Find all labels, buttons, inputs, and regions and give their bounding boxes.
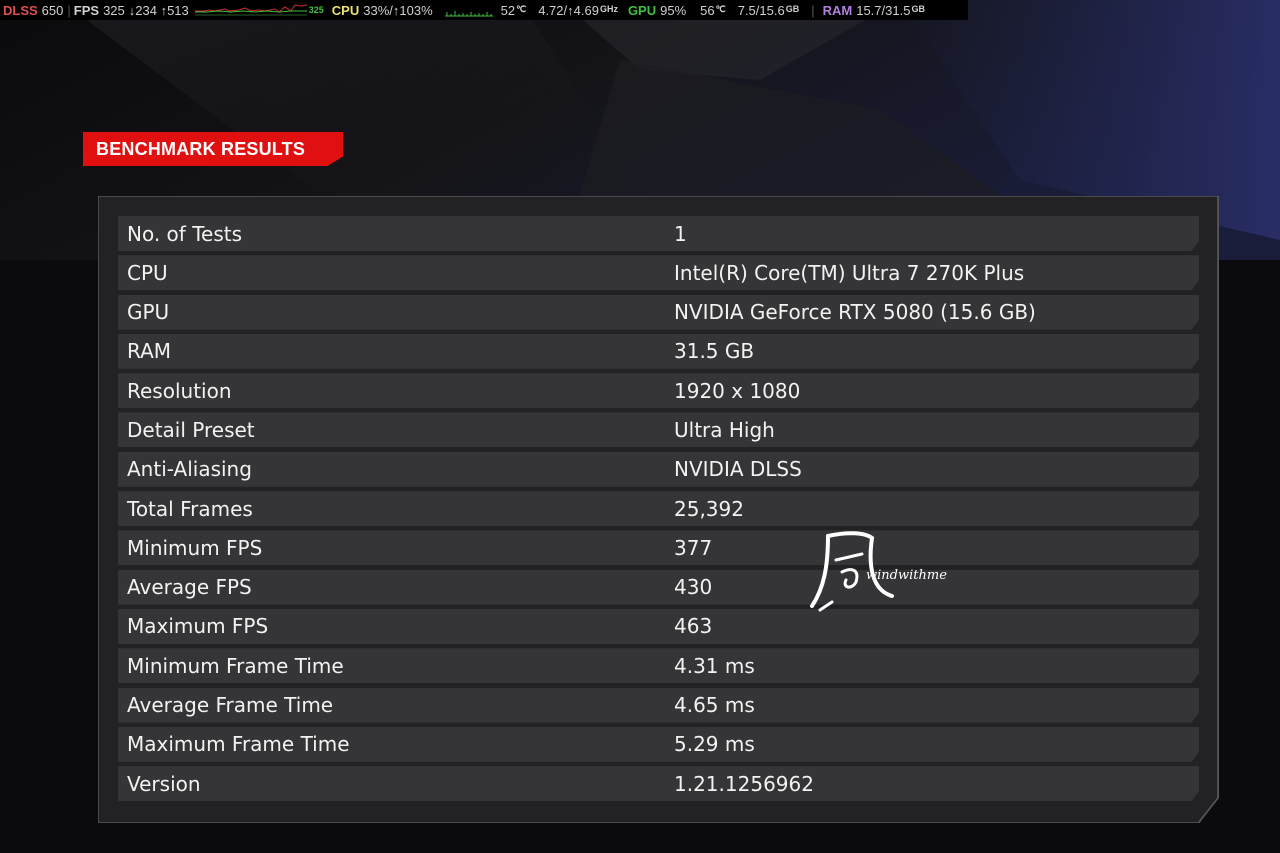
table-row: Anti-Aliasing NVIDIA DLSS [118,451,1199,487]
osd-cpu-graph-icon [444,11,493,17]
row-label: No. of Tests [127,221,242,246]
row-value: Ultra High [674,417,775,442]
row-value: 4.31 ms [674,653,755,678]
benchmark-results-screen: DLSS 650 | FPS 325 ↓234 ↑513 325 CPU 33%… [0,0,1280,853]
osd-gpu-memory-unit: GB [785,3,800,14]
osd-cpu-clock-value: 4.72/↑4.69 [538,2,599,18]
row-label: Resolution [127,378,232,403]
table-row: Average FPS 430 [118,569,1199,605]
results-panel: No. of Tests 1 CPU Intel(R) Core(TM) Ult… [98,196,1219,823]
row-label: Minimum FPS [127,535,263,560]
row-value: 5.29 ms [674,732,755,757]
osd-cpu-temp: 52℃ [501,3,527,18]
row-value: 31.5 GB [674,339,755,364]
title-badge: BENCHMARK RESULTS [83,132,343,166]
osd-cpu-temp-unit: ℃ [516,3,527,14]
row-value: 377 [674,535,713,560]
table-row: Average Frame Time 4.65 ms [118,687,1199,723]
osd-gpu-memory: 7.5/15.6GB [738,3,800,18]
performance-overlay: DLSS 650 | FPS 325 ↓234 ↑513 325 CPU 33%… [0,0,968,20]
row-label: Minimum Frame Time [127,653,344,678]
row-label: Version [127,771,201,796]
row-label: Total Frames [127,496,253,521]
row-value: 25,392 [674,496,744,521]
osd-cpu-value: 33%/↑103% [363,2,433,18]
osd-gpu-temp: 56℃ [700,3,726,18]
row-value: NVIDIA GeForce RTX 5080 (15.6 GB) [674,300,1036,325]
osd-dlss-value: 650 [41,2,64,18]
osd-dlss-label: DLSS [3,2,38,18]
osd-ram-value: 15.7/31.5GB [856,3,925,18]
table-row: CPU Intel(R) Core(TM) Ultra 7 270K Plus [118,255,1199,291]
osd-divider: | [67,2,71,18]
table-row: Version 1.21.1256962 [118,766,1199,802]
table-row: Maximum Frame Time 5.29 ms [118,726,1199,762]
row-value: 463 [674,614,713,639]
row-label: Maximum Frame Time [127,732,350,757]
row-value: 4.65 ms [674,693,755,718]
row-value: 1 [674,221,687,246]
osd-cpu-label: CPU [331,2,360,18]
row-value: Intel(R) Core(TM) Ultra 7 270K Plus [674,260,1025,285]
row-label: Anti-Aliasing [127,457,252,482]
osd-fps-value: 325 [103,2,125,18]
osd-gpu-value: 95% [660,2,687,18]
osd-cpu-clock: 4.72/↑4.69GHz [538,3,618,18]
table-row: Minimum FPS 377 [118,530,1199,566]
osd-fps-graph-icon [194,4,307,16]
row-label: Detail Preset [127,417,255,442]
row-value: 1920 x 1080 [674,378,801,403]
row-label: Maximum FPS [127,614,269,639]
table-row: Total Frames 25,392 [118,491,1199,527]
osd-fps-graph-value: 325 [308,5,324,15]
results-table: No. of Tests 1 CPU Intel(R) Core(TM) Ult… [118,216,1199,805]
page-title: BENCHMARK RESULTS [96,138,306,159]
row-value: NVIDIA DLSS [674,457,802,482]
osd-ram-label: RAM [822,2,853,18]
osd-gpu-memory-value: 7.5/15.6 [737,2,785,18]
osd-gpu-label: GPU [627,2,657,18]
osd-fps-label: FPS [73,2,100,18]
osd-fps-low-high: ↓234 ↑513 [128,2,189,18]
osd-cpu-clock-unit: GHz [599,3,618,14]
row-label: GPU [127,300,170,325]
osd-cpu-temp-value: 52 [500,2,516,18]
row-label: Average FPS [127,575,252,600]
row-label: Average Frame Time [127,693,334,718]
row-label: RAM [127,339,172,364]
row-value: 430 [674,575,713,600]
row-label: CPU [127,260,168,285]
table-row: GPU NVIDIA GeForce RTX 5080 (15.6 GB) [118,294,1199,330]
table-row: Minimum Frame Time 4.31 ms [118,648,1199,684]
table-row: Detail Preset Ultra High [118,412,1199,448]
osd-ram-unit: GB [911,3,925,14]
osd-ram-value-text: 15.7/31.5 [856,2,911,18]
table-row: Maximum FPS 463 [118,608,1199,644]
osd-separator: | [811,2,815,18]
osd-gpu-temp-value: 56 [700,2,715,18]
table-row: No. of Tests 1 [118,216,1199,251]
osd-gpu-temp-unit: ℃ [715,3,726,14]
table-row: Resolution 1920 x 1080 [118,373,1199,409]
row-value: 1.21.1256962 [674,771,814,796]
table-row: RAM 31.5 GB [118,333,1199,369]
